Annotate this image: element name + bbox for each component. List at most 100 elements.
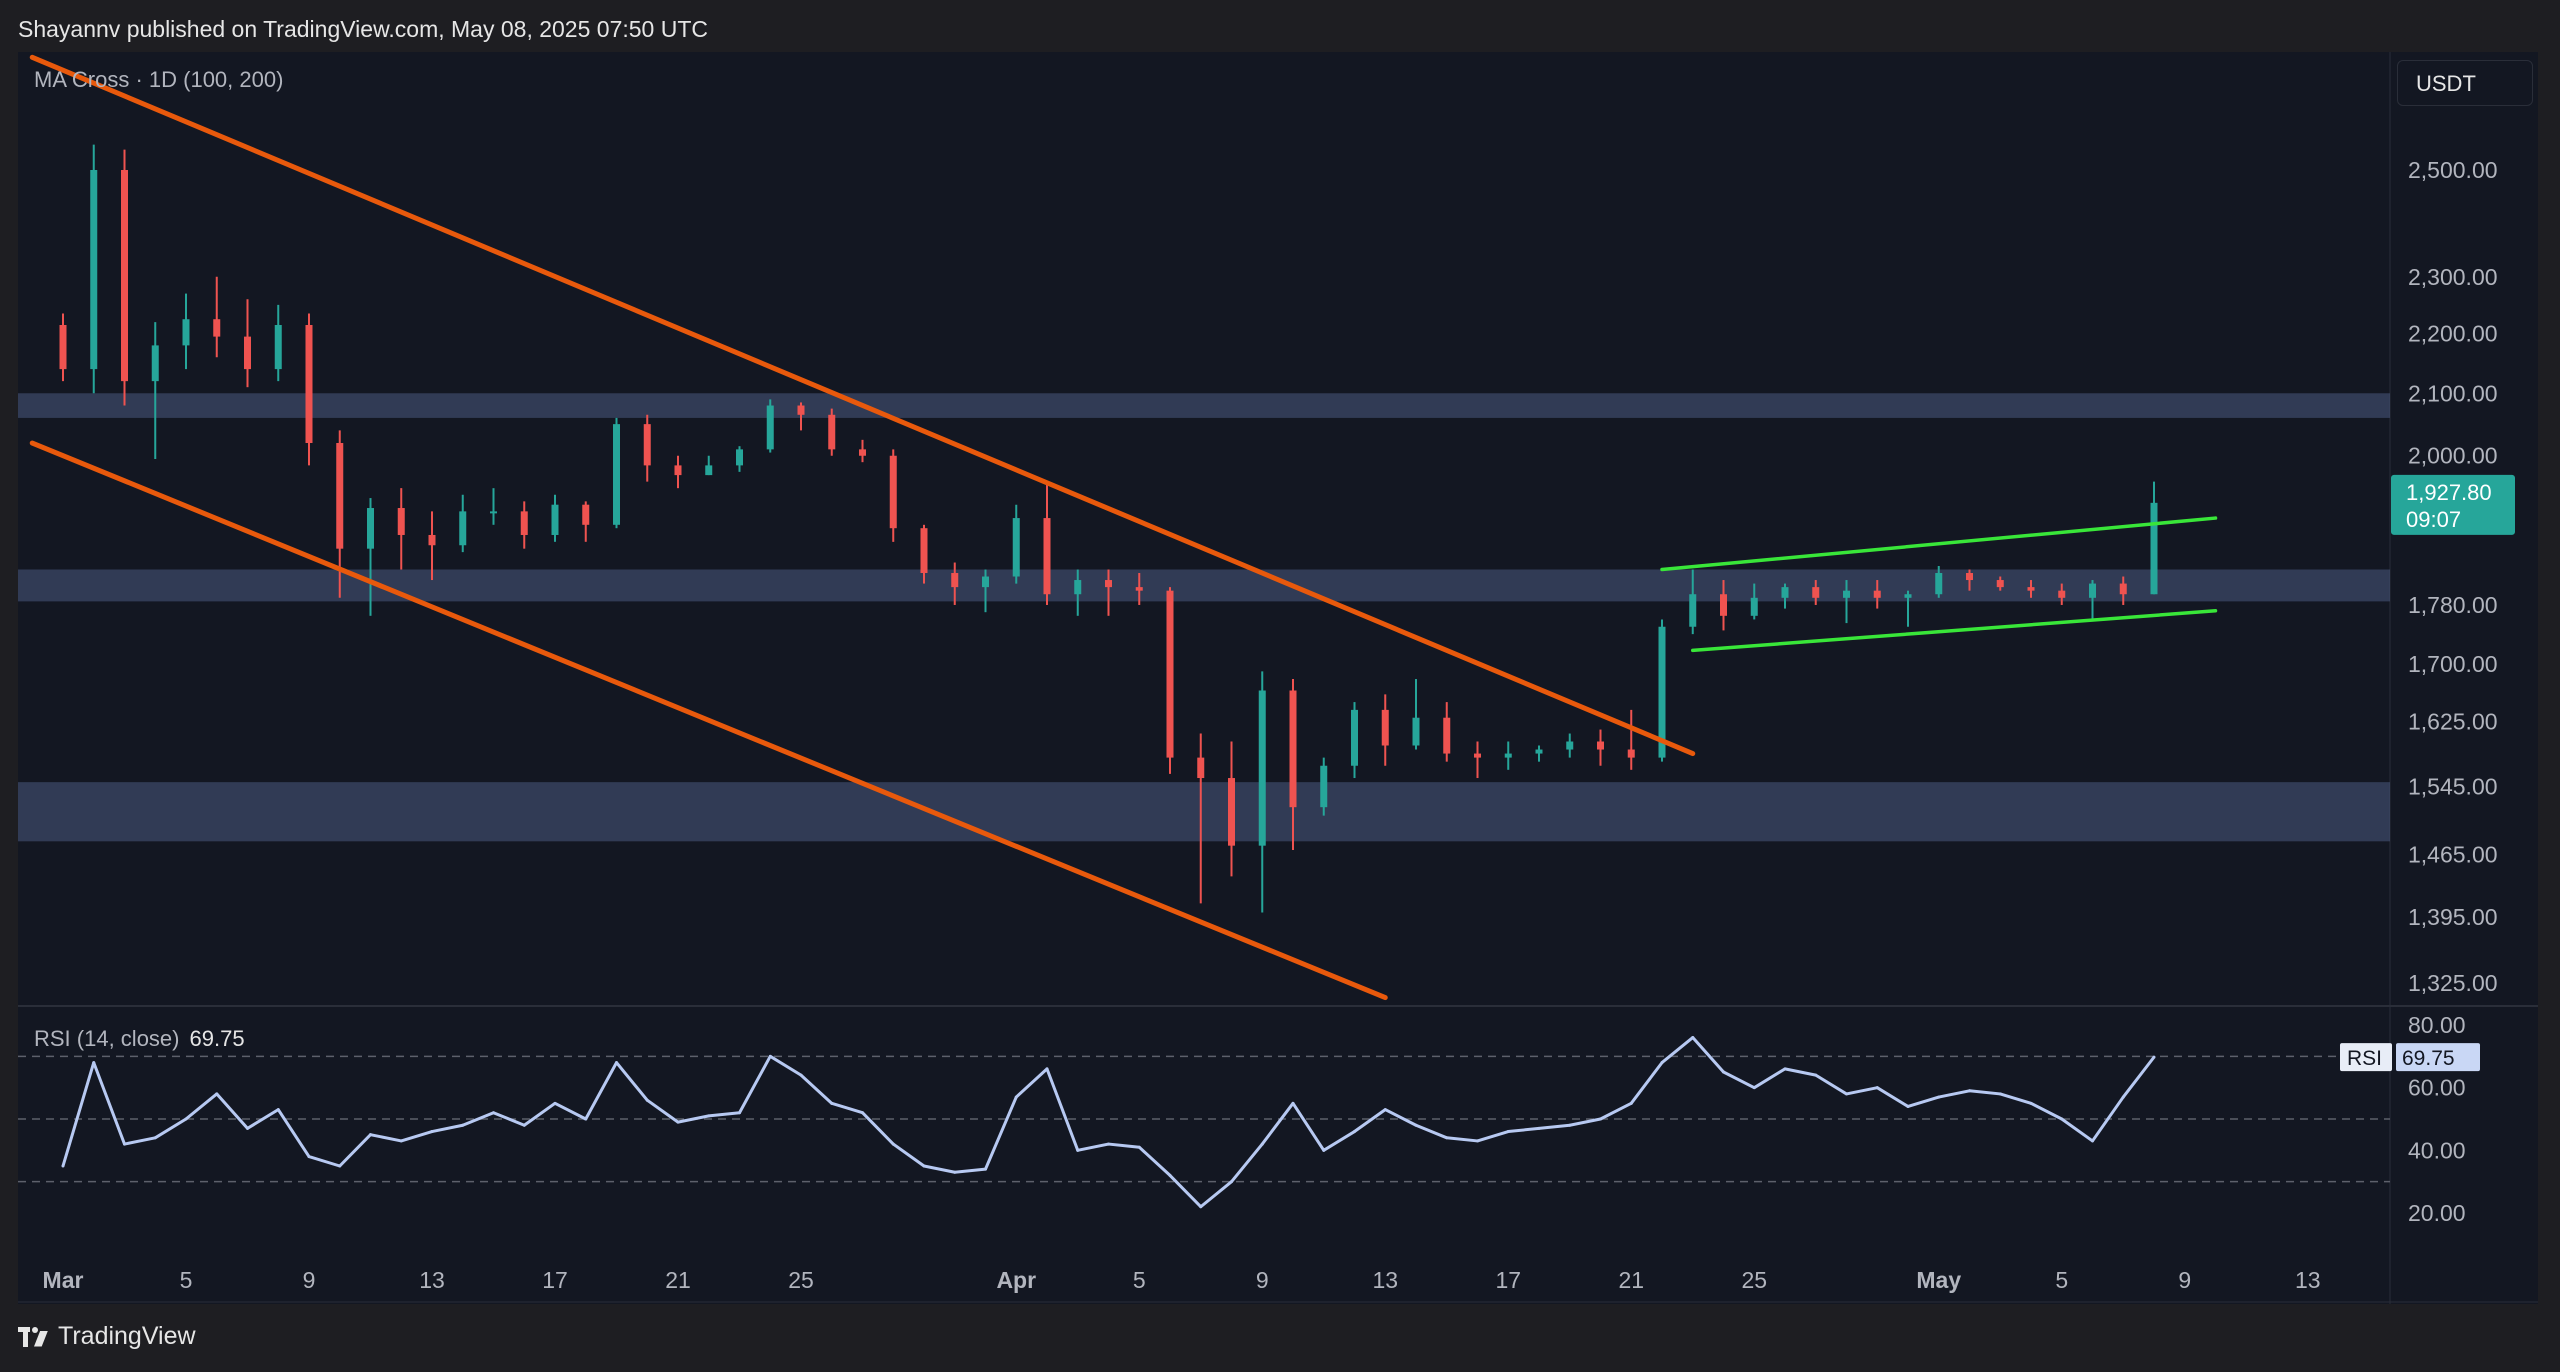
chart-canvas[interactable]: 2,500.00 2,300.00 2,200.00 2,100.00 2,000.00… xyxy=(0,0,2560,1372)
rsi-point xyxy=(1445,1136,1449,1140)
candle[interactable] xyxy=(643,424,651,466)
candle[interactable] xyxy=(1381,709,1389,746)
candle[interactable] xyxy=(1289,690,1297,808)
candle[interactable] xyxy=(1627,749,1635,758)
candle[interactable] xyxy=(1535,749,1543,754)
price-axis-label: 1,545.00 xyxy=(2408,773,2498,799)
candle[interactable] xyxy=(1228,778,1235,846)
candle[interactable] xyxy=(1105,580,1112,588)
candle[interactable] xyxy=(920,528,928,574)
candle[interactable] xyxy=(1781,587,1789,598)
candle[interactable] xyxy=(1197,757,1205,779)
candle[interactable] xyxy=(1996,580,2004,588)
candle[interactable] xyxy=(1135,587,1143,591)
candle[interactable] xyxy=(1012,518,1020,577)
support-resistance-zone[interactable] xyxy=(18,393,2390,418)
candle[interactable] xyxy=(490,511,497,514)
candle[interactable] xyxy=(1504,753,1512,758)
candle[interactable] xyxy=(1843,590,1850,598)
candle[interactable] xyxy=(1597,741,1604,750)
candle[interactable] xyxy=(397,508,405,535)
candle[interactable] xyxy=(1750,597,1758,616)
candle[interactable] xyxy=(828,414,836,450)
rsi-point xyxy=(522,1123,526,1127)
candle[interactable] xyxy=(1904,594,1912,598)
rsi-point xyxy=(1568,1123,1572,1127)
candle[interactable] xyxy=(1689,594,1697,627)
time-axis-label: 5 xyxy=(2055,1267,2068,1293)
tradingview-mark-icon xyxy=(18,1326,50,1347)
candle[interactable] xyxy=(151,345,159,382)
candle[interactable] xyxy=(182,319,190,346)
candle[interactable] xyxy=(1935,573,1943,595)
wedge-lower-trendline[interactable] xyxy=(1691,608,2218,653)
candle[interactable] xyxy=(982,576,989,588)
candle[interactable] xyxy=(1812,587,1820,598)
candle[interactable] xyxy=(2089,583,2096,598)
candle[interactable] xyxy=(59,324,67,370)
support-resistance-zone[interactable] xyxy=(18,782,2390,842)
candle[interactable] xyxy=(2027,587,2035,591)
candle[interactable] xyxy=(2150,502,2158,595)
candle[interactable] xyxy=(305,324,313,444)
candle[interactable] xyxy=(1474,753,1481,758)
candle[interactable] xyxy=(674,465,682,476)
tradingview-brand: TradingView xyxy=(58,1322,196,1350)
candle[interactable] xyxy=(1873,590,1881,598)
candle[interactable] xyxy=(1566,741,1574,750)
candle[interactable] xyxy=(551,504,559,535)
candle[interactable] xyxy=(613,424,620,525)
candle[interactable] xyxy=(582,504,590,525)
wedge-upper-trendline[interactable] xyxy=(1660,516,2218,572)
candle[interactable] xyxy=(1966,573,1973,581)
candle[interactable] xyxy=(367,508,374,549)
candle[interactable] xyxy=(1720,594,1727,616)
candle[interactable] xyxy=(428,534,436,546)
time-axis-label: 13 xyxy=(2295,1267,2321,1293)
channel-lower-trendline[interactable] xyxy=(29,440,1388,1001)
candle[interactable] xyxy=(951,573,959,588)
candle[interactable] xyxy=(1443,717,1451,754)
last-price-countdown: 09:07 xyxy=(2406,507,2461,532)
candle[interactable] xyxy=(520,511,528,535)
candle[interactable] xyxy=(1351,709,1358,766)
candle[interactable] xyxy=(336,443,344,549)
currency-selector[interactable]: USDT xyxy=(2397,60,2533,106)
candle[interactable] xyxy=(244,336,251,370)
candle[interactable] xyxy=(2119,583,2127,595)
candle[interactable] xyxy=(274,324,282,370)
candle[interactable] xyxy=(1258,690,1266,846)
rsi-point xyxy=(246,1126,249,1130)
rsi-label[interactable]: RSI (14, close) 69.75 xyxy=(34,1026,245,1052)
candle[interactable] xyxy=(1320,765,1328,808)
rsi-point xyxy=(891,1142,895,1146)
candle[interactable] xyxy=(1412,717,1420,746)
rsi-point xyxy=(615,1061,618,1065)
rsi-point xyxy=(1660,1061,1664,1065)
candle[interactable] xyxy=(889,455,897,529)
candle[interactable] xyxy=(2058,590,2066,598)
rsi-point xyxy=(276,1108,280,1112)
tradingview-logo[interactable]: TradingView xyxy=(18,1322,196,1351)
candle[interactable] xyxy=(121,170,128,382)
time-axis-label: 9 xyxy=(303,1267,316,1293)
price-axis-label: 2,300.00 xyxy=(2408,264,2498,290)
candle[interactable] xyxy=(459,511,467,546)
rsi-point xyxy=(922,1164,926,1168)
candle[interactable] xyxy=(1043,518,1051,595)
candle[interactable] xyxy=(90,170,98,370)
rsi-point xyxy=(1199,1205,1203,1209)
time-axis-label: 5 xyxy=(1133,1267,1146,1293)
candle[interactable] xyxy=(797,405,805,415)
candle[interactable] xyxy=(766,405,774,450)
candle[interactable] xyxy=(1166,590,1174,758)
candle[interactable] xyxy=(859,449,866,456)
candle[interactable] xyxy=(1074,580,1082,595)
time-axis-label: 13 xyxy=(1372,1267,1398,1293)
candle[interactable] xyxy=(736,449,743,466)
ma-cross-label[interactable]: MA Cross · 1D (100, 200) xyxy=(34,67,283,93)
candle[interactable] xyxy=(705,465,713,476)
rsi-point xyxy=(861,1111,864,1115)
candle[interactable] xyxy=(213,319,221,337)
rsi-point xyxy=(1168,1173,1172,1177)
